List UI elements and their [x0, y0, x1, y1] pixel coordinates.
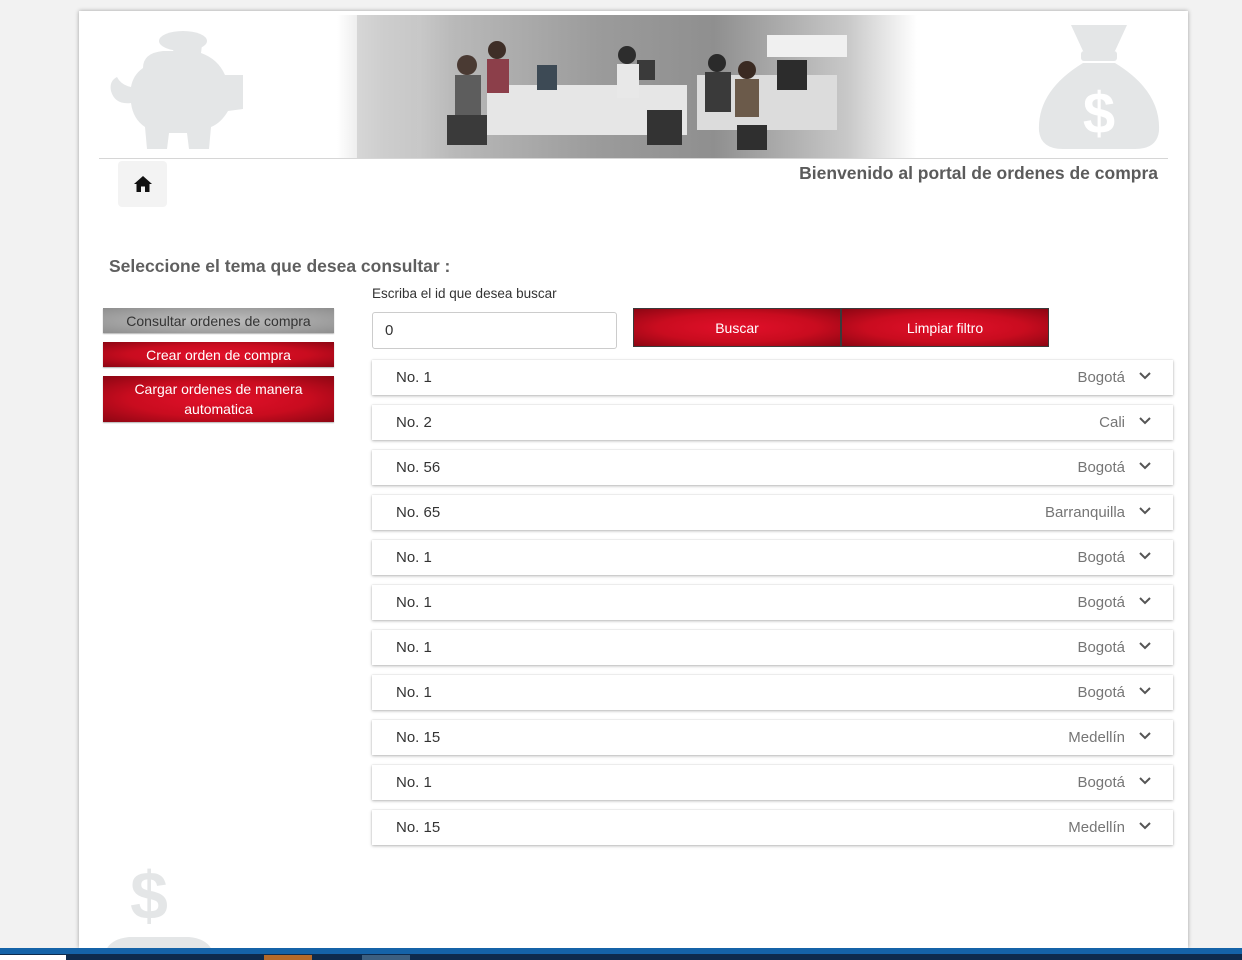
- order-city: Bogotá: [1077, 369, 1125, 386]
- chevron-down-icon[interactable]: [1139, 822, 1151, 830]
- order-number: No. 1: [396, 774, 432, 791]
- order-city: Bogotá: [1077, 684, 1125, 701]
- chevron-down-icon[interactable]: [1139, 372, 1151, 380]
- taskbar-start[interactable]: [0, 955, 66, 960]
- main-card: $ Bienvenido al portal de ordenes de com…: [79, 11, 1188, 948]
- order-row[interactable]: No. 1 Bogotá: [372, 765, 1173, 800]
- orders-list: No. 1 Bogotá No. 2 Cali No. 56 Bogotá No. 65 Ba…: [372, 360, 1173, 855]
- order-row[interactable]: No. 15 Medellín: [372, 810, 1173, 845]
- order-city: Bogotá: [1077, 774, 1125, 791]
- order-city: Bogotá: [1077, 549, 1125, 566]
- chevron-down-icon[interactable]: [1139, 552, 1151, 560]
- search-button[interactable]: Buscar: [633, 308, 841, 347]
- order-row[interactable]: No. 1 Bogotá: [372, 540, 1173, 575]
- header-divider: [99, 158, 1168, 159]
- chevron-down-icon[interactable]: [1139, 597, 1151, 605]
- order-city: Bogotá: [1077, 459, 1125, 476]
- taskbar-app-2[interactable]: [362, 955, 410, 960]
- consult-orders-label: Consultar ordenes de compra: [126, 312, 311, 329]
- taskbar-app-1[interactable]: [264, 955, 312, 960]
- home-icon: [133, 176, 152, 192]
- order-city: Medellín: [1068, 819, 1125, 836]
- order-number: No. 1: [396, 369, 432, 386]
- money-bag-icon: $: [1038, 25, 1160, 149]
- search-input-value: 0: [385, 322, 394, 339]
- order-number: No. 65: [396, 504, 441, 521]
- order-city: Barranquilla: [1044, 504, 1125, 521]
- home-button[interactable]: [118, 161, 167, 207]
- chevron-down-icon[interactable]: [1139, 462, 1151, 470]
- order-row[interactable]: No. 56 Bogotá: [372, 450, 1173, 485]
- clear-filter-button[interactable]: Limpiar filtro: [841, 308, 1049, 347]
- create-order-button[interactable]: Crear orden de compra: [103, 342, 334, 367]
- order-number: No. 1: [396, 594, 432, 611]
- order-row[interactable]: No. 1 Bogotá: [372, 675, 1173, 710]
- money-bag-icon: $: [107, 858, 211, 948]
- order-city: Bogotá: [1077, 639, 1125, 656]
- search-button-label: Buscar: [715, 319, 759, 336]
- chevron-down-icon[interactable]: [1139, 642, 1151, 650]
- order-row[interactable]: No. 1 Bogotá: [372, 585, 1173, 620]
- order-row[interactable]: No. 65 Barranquilla: [372, 495, 1173, 530]
- order-row[interactable]: No. 2 Cali: [372, 405, 1173, 440]
- order-city: Bogotá: [1077, 594, 1125, 611]
- order-number: No. 15: [396, 819, 441, 836]
- upload-orders-button[interactable]: Cargar ordenes de manera automatica: [103, 376, 334, 422]
- order-number: No. 15: [396, 729, 441, 746]
- chevron-down-icon[interactable]: [1139, 507, 1151, 515]
- piggy-bank-icon: [110, 31, 243, 149]
- order-row[interactable]: No. 15 Medellín: [372, 720, 1173, 755]
- chevron-down-icon[interactable]: [1139, 687, 1151, 695]
- header-banner: $: [79, 11, 1188, 158]
- search-input[interactable]: 0: [372, 312, 617, 349]
- order-number: No. 2: [396, 414, 432, 431]
- search-label: Escriba el id que desea buscar: [372, 286, 557, 301]
- upload-orders-label: Cargar ordenes de manera automatica: [134, 381, 303, 417]
- chevron-down-icon[interactable]: [1139, 777, 1151, 785]
- clear-filter-label: Limpiar filtro: [906, 319, 984, 336]
- create-order-label: Crear orden de compra: [146, 346, 291, 363]
- order-row[interactable]: No. 1 Bogotá: [372, 360, 1173, 395]
- section-title: Seleccione el tema que desea consultar :: [109, 256, 451, 276]
- order-row[interactable]: No. 1 Bogotá: [372, 630, 1173, 665]
- svg-text:$: $: [130, 858, 168, 934]
- taskbar: [0, 948, 1242, 960]
- order-city: Medellín: [1068, 729, 1125, 746]
- order-number: No. 1: [396, 549, 432, 566]
- order-city: Cali: [1099, 414, 1125, 431]
- office-photo: [337, 15, 917, 158]
- order-number: No. 1: [396, 639, 432, 656]
- welcome-title: Bienvenido al portal de ordenes de compr…: [799, 163, 1158, 183]
- order-number: No. 56: [396, 459, 441, 476]
- order-number: No. 1: [396, 684, 432, 701]
- chevron-down-icon[interactable]: [1139, 732, 1151, 740]
- chevron-down-icon[interactable]: [1139, 417, 1151, 425]
- svg-text:$: $: [1083, 81, 1115, 146]
- consult-orders-button[interactable]: Consultar ordenes de compra: [103, 308, 334, 333]
